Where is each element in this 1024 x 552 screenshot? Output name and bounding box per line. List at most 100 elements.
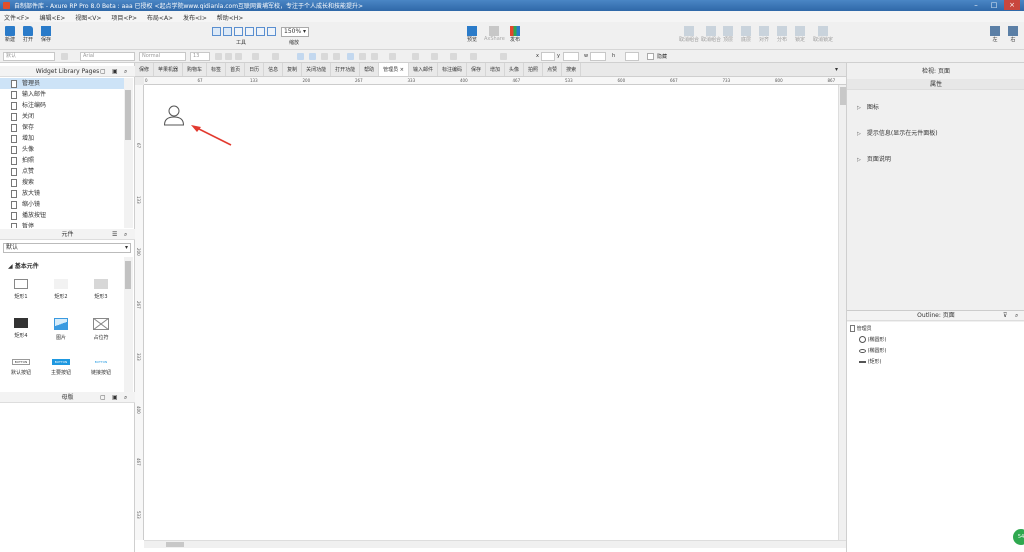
- page-tab[interactable]: 保存: [467, 63, 487, 76]
- x-input[interactable]: [541, 52, 555, 61]
- tabs-dropdown-icon[interactable]: ▾: [835, 66, 838, 73]
- pen-tool[interactable]: [245, 27, 254, 36]
- close-button[interactable]: ×: [1004, 0, 1020, 10]
- page-tab[interactable]: 打开功能: [331, 63, 361, 76]
- style-select[interactable]: 默认: [3, 52, 55, 61]
- page-item[interactable]: 输入邮件: [0, 89, 124, 100]
- page-item[interactable]: 放大镜: [0, 188, 124, 199]
- section-tooltip[interactable]: ▷ 提示信息(显示在元件面板): [857, 128, 938, 137]
- page-item[interactable]: 播放按钮: [0, 210, 124, 221]
- align-right-icon[interactable]: [321, 53, 328, 60]
- page-item[interactable]: 缩小镜: [0, 199, 124, 210]
- widget-rectangle-1[interactable]: 矩形1: [0, 279, 42, 300]
- page-tab[interactable]: 日历: [245, 63, 265, 76]
- add-page-icon[interactable]: ▢: [100, 66, 106, 77]
- line-color-icon[interactable]: [412, 53, 419, 60]
- menu-layout[interactable]: 布局<A>: [143, 11, 177, 22]
- page-tab[interactable]: 标签: [207, 63, 227, 76]
- align-center-icon[interactable]: [309, 53, 316, 60]
- more-tools[interactable]: [267, 27, 276, 36]
- right-panel-toggle[interactable]: 右: [1008, 26, 1018, 43]
- ungroup-button[interactable]: 取消组合: [679, 26, 699, 43]
- pages-scroll-thumb[interactable]: [125, 90, 131, 140]
- filter-icon[interactable]: ⊽: [1003, 311, 1007, 321]
- page-tab[interactable]: 关闭功能: [302, 63, 332, 76]
- canvas-hscroll-thumb[interactable]: [166, 542, 184, 547]
- align-justify-icon[interactable]: [333, 53, 340, 60]
- canvas-horizontal-scrollbar[interactable]: [144, 540, 846, 548]
- page-tab[interactable]: 信息: [264, 63, 284, 76]
- page-tab[interactable]: 复制: [283, 63, 303, 76]
- page-item[interactable]: 管理员: [0, 78, 124, 89]
- outline-root[interactable]: 管理员: [850, 325, 872, 332]
- menu-help[interactable]: 帮助<H>: [213, 11, 248, 22]
- new-button[interactable]: 新建: [5, 26, 15, 43]
- bold-icon[interactable]: [215, 53, 222, 60]
- search-icon[interactable]: ⌕: [1015, 311, 1018, 321]
- add-folder-icon[interactable]: ▣: [112, 66, 118, 77]
- page-tab[interactable]: 购物车: [183, 63, 208, 76]
- h-input[interactable]: [625, 52, 639, 61]
- minimize-button[interactable]: –: [968, 0, 984, 10]
- align-button[interactable]: 对齐: [759, 26, 769, 43]
- menu-view[interactable]: 视图<V>: [71, 11, 105, 22]
- widget-rectangle-3[interactable]: 矩形3: [80, 279, 122, 300]
- fill-color-icon[interactable]: [389, 53, 396, 60]
- page-tab[interactable]: 帮助: [360, 63, 380, 76]
- zoom-select[interactable]: 150% ▾: [281, 27, 309, 37]
- widget-rectangle-4[interactable]: 矩形4: [0, 318, 42, 339]
- font-select[interactable]: Arial: [80, 52, 135, 61]
- page-tab[interactable]: 增加: [486, 63, 506, 76]
- bring-front-button[interactable]: 顶层: [723, 26, 733, 43]
- page-tab[interactable]: 标注编码: [438, 63, 467, 76]
- widget-rectangle-2[interactable]: 矩形2: [40, 279, 82, 300]
- font-weight-select[interactable]: Normal: [139, 52, 186, 61]
- widget-primary-button[interactable]: BUTTON 主要按钮: [40, 359, 82, 376]
- publish-button[interactable]: 发布: [510, 26, 520, 43]
- shadow-icon[interactable]: [500, 53, 507, 60]
- page-tab[interactable]: 保修: [135, 63, 155, 76]
- valign-top-icon[interactable]: [347, 53, 354, 60]
- page-tab[interactable]: 搜索: [562, 63, 582, 76]
- page-tab[interactable]: 首页: [226, 63, 246, 76]
- page-tab[interactable]: 管理员 ×: [379, 63, 409, 76]
- font-size-select[interactable]: 13: [190, 52, 210, 61]
- w-input[interactable]: [590, 52, 606, 61]
- page-item[interactable]: 增加: [0, 133, 124, 144]
- page-tab[interactable]: 苹果机器: [154, 63, 184, 76]
- page-item[interactable]: 点赞: [0, 166, 124, 177]
- font-color-icon[interactable]: [252, 53, 259, 60]
- outline-item[interactable]: (椭圆形): [859, 336, 887, 343]
- page-tab[interactable]: 拍照: [524, 63, 544, 76]
- page-tab[interactable]: 头像: [505, 63, 525, 76]
- library-select[interactable]: 默认 ▾: [3, 243, 131, 253]
- valign-bottom-icon[interactable]: [371, 53, 378, 60]
- menu-icon[interactable]: ☰: [112, 229, 117, 240]
- ungroup2-button[interactable]: 取消组合: [701, 26, 721, 43]
- page-tab[interactable]: 输入邮件: [409, 63, 438, 76]
- hidden-checkbox[interactable]: [647, 53, 654, 60]
- lock-button[interactable]: 锁定: [795, 26, 805, 43]
- page-item[interactable]: 保存: [0, 122, 124, 133]
- left-panel-toggle[interactable]: 左: [990, 26, 1000, 43]
- user-icon[interactable]: [163, 104, 185, 128]
- distribute-button[interactable]: 分布: [777, 26, 787, 43]
- maximize-button[interactable]: □: [986, 0, 1002, 10]
- page-tab[interactable]: 点赞: [543, 63, 563, 76]
- select-intersect-tool[interactable]: [212, 27, 221, 36]
- page-item[interactable]: 头像: [0, 144, 124, 155]
- menu-publish[interactable]: 发布<I>: [179, 11, 211, 22]
- page-item[interactable]: 暂停: [0, 221, 124, 228]
- close-tab-icon[interactable]: ×: [398, 67, 404, 73]
- widget-group-basic[interactable]: ◢ 基本元件: [8, 261, 39, 270]
- page-item[interactable]: 标注编码: [0, 100, 124, 111]
- arrow-style-icon[interactable]: [470, 53, 477, 60]
- add-master-icon[interactable]: ▢: [100, 392, 106, 403]
- search-icon[interactable]: ⌕: [124, 392, 127, 403]
- axshare-button[interactable]: AxShare: [484, 26, 505, 42]
- format-painter-tool[interactable]: [256, 27, 265, 36]
- add-folder-icon[interactable]: ▣: [112, 392, 118, 403]
- page-item[interactable]: 拍照: [0, 155, 124, 166]
- widget-default-button[interactable]: BUTTON 默认按钮: [0, 359, 42, 376]
- canvas-vertical-scrollbar[interactable]: [838, 85, 846, 540]
